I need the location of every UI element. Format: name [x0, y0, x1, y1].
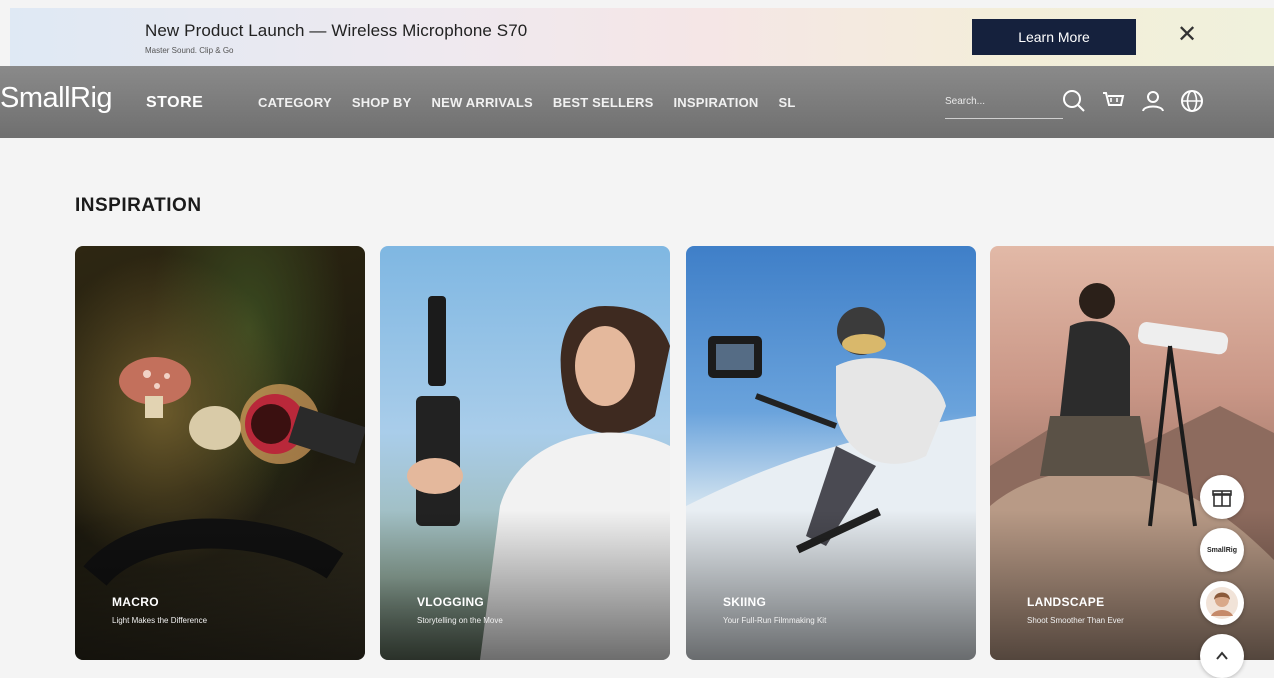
card-title: LANDSCAPE: [1027, 595, 1105, 609]
nav-item-inspiration[interactable]: INSPIRATION: [674, 95, 759, 110]
search-input[interactable]: [945, 96, 1045, 107]
card-shade: [380, 510, 670, 660]
card-subtitle: Light Makes the Difference: [112, 616, 208, 625]
nav-item-category[interactable]: CATEGORY: [258, 95, 332, 110]
cart-icon[interactable]: [1100, 88, 1126, 114]
promo-title: New Product Launch — Wireless Microphone…: [145, 21, 528, 40]
card-title: MACRO: [112, 595, 159, 609]
card-skiing[interactable]: SKIING Your Full-Run Filmmaking Kit: [686, 246, 976, 660]
card-subtitle: Storytelling on the Move: [417, 616, 503, 625]
search-box: [945, 86, 1063, 119]
brand-chat-button[interactable]: SmallRig: [1200, 528, 1244, 572]
learn-more-button[interactable]: Learn More: [972, 19, 1136, 55]
card-shade: [686, 510, 976, 660]
globe-icon[interactable]: [1179, 88, 1205, 114]
section-title: INSPIRATION: [75, 195, 202, 216]
promo-subtitle: Master Sound. Clip & Go: [145, 46, 234, 55]
nav-menu: CATEGORY SHOP BY NEW ARRIVALS BEST SELLE…: [258, 95, 816, 110]
scroll-top-icon[interactable]: [1200, 634, 1244, 678]
logo[interactable]: SmallRig: [0, 82, 113, 115]
card-title: VLOGGING: [417, 595, 485, 609]
card-shade: [75, 510, 365, 660]
card-macro[interactable]: MACRO Light Makes the Difference: [75, 246, 365, 660]
card-subtitle: Your Full-Run Filmmaking Kit: [723, 616, 827, 625]
nav-item-sl[interactable]: SL: [779, 95, 796, 110]
search-icon[interactable]: [1061, 88, 1087, 114]
support-avatar[interactable]: [1200, 581, 1244, 625]
promo-banner: New Product Launch — Wireless Microphone…: [10, 8, 1274, 66]
card-vlogging[interactable]: VLOGGING Storytelling on the Move: [380, 246, 670, 660]
gift-icon[interactable]: [1200, 475, 1244, 519]
card-title: SKIING: [723, 595, 767, 609]
store-label[interactable]: STORE: [146, 94, 203, 112]
card-subtitle: Shoot Smoother Than Ever: [1027, 616, 1124, 625]
nav-item-best-sellers[interactable]: BEST SELLERS: [553, 95, 654, 110]
main-nav: SmallRig STORE CATEGORY SHOP BY NEW ARRI…: [0, 66, 1274, 138]
brand-chat-label: SmallRig: [1207, 546, 1237, 554]
close-icon[interactable]: ✕: [1172, 20, 1202, 50]
nav-item-new-arrivals[interactable]: NEW ARRIVALS: [432, 95, 533, 110]
nav-item-shop-by[interactable]: SHOP BY: [352, 95, 412, 110]
user-icon[interactable]: [1140, 88, 1166, 114]
